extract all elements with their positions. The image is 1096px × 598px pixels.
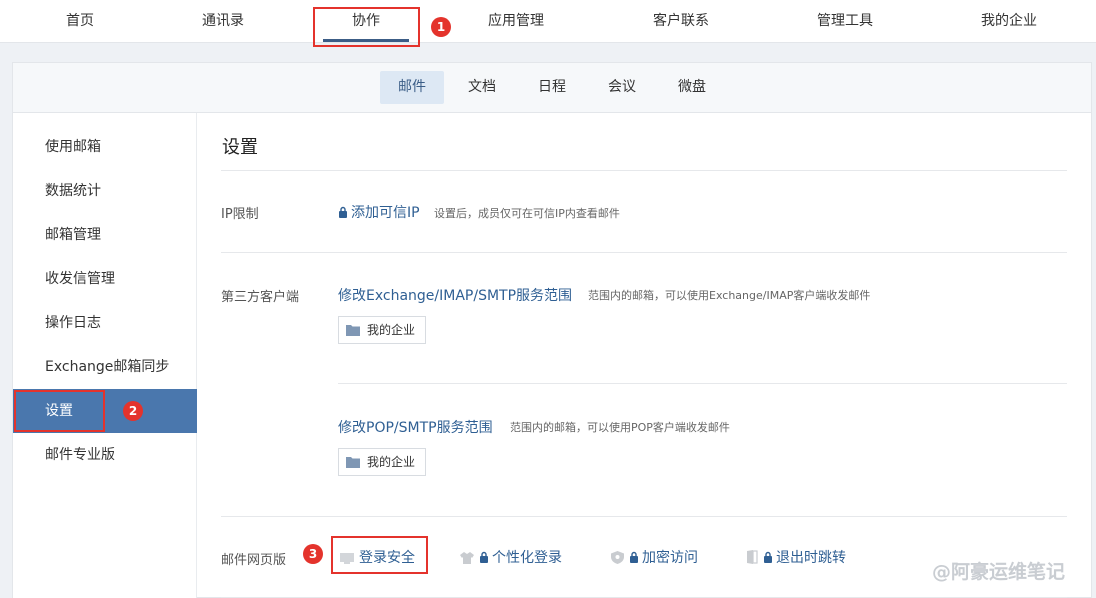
edit-pop-scope-link[interactable]: 修改POP/SMTP服务范围 [338, 417, 493, 437]
ip-hint: 设置后，成员仅可在可信IP内查看邮件 [434, 207, 620, 220]
exchange-hint: 范围内的邮箱，可以使用Exchange/IMAP客户端收发邮件 [588, 289, 871, 302]
pop-scope-label: 我的企业 [367, 455, 416, 469]
ip-restriction-label: IP限制 [221, 207, 259, 222]
step-badge-3: 3 [303, 544, 323, 564]
page-title: 设置 [222, 137, 258, 158]
folder-icon [346, 325, 360, 336]
sidebar-item-pro-edition[interactable]: 邮件专业版 [13, 433, 197, 477]
door-icon [747, 550, 758, 564]
exchange-scope-department[interactable]: 我的企业 [338, 316, 426, 344]
topnav-app-management[interactable]: 应用管理 [488, 0, 544, 43]
topnav-management-tools[interactable]: 管理工具 [817, 0, 873, 43]
add-trusted-ip-link[interactable]: 添加可信IP [338, 202, 420, 222]
folder-icon [346, 457, 360, 468]
tab-drive[interactable]: 微盘 [662, 71, 722, 104]
logout-redirect-label: 退出时跳转 [776, 550, 846, 566]
topnav-customer-contact[interactable]: 客户联系 [653, 0, 709, 43]
webmail-label: 邮件网页版 [221, 553, 287, 568]
sidebar-item-statistics[interactable]: 数据统计 [13, 169, 197, 213]
topnav-home[interactable]: 首页 [66, 0, 94, 43]
topnav-contacts[interactable]: 通讯录 [202, 0, 244, 43]
top-navigation: 首页 通讯录 协作 应用管理 客户联系 管理工具 我的企业 [0, 0, 1096, 43]
sidebar-item-mailbox-management[interactable]: 邮箱管理 [13, 213, 197, 257]
exchange-scope-label: 我的企业 [367, 323, 416, 337]
watermark: @阿豪运维笔记 [932, 561, 1066, 583]
lock-icon [764, 551, 772, 563]
logout-redirect-option[interactable]: 退出时跳转 [746, 547, 846, 567]
highlight-box-login-security [331, 536, 428, 574]
step-badge-2: 2 [123, 401, 143, 421]
tab-docs[interactable]: 文档 [452, 71, 512, 104]
divider [338, 383, 1067, 384]
sidebar: 使用邮箱 数据统计 邮箱管理 收发信管理 操作日志 Exchange邮箱同步 设… [13, 113, 197, 598]
lock-icon [480, 551, 488, 563]
custom-login-label: 个性化登录 [492, 550, 562, 566]
step-badge-1: 1 [431, 17, 451, 37]
custom-login-option[interactable]: 个性化登录 [460, 547, 562, 567]
sidebar-item-use-mailbox[interactable]: 使用邮箱 [13, 125, 197, 169]
edit-exchange-scope-link[interactable]: 修改Exchange/IMAP/SMTP服务范围 [338, 285, 572, 305]
shirt-icon [460, 552, 474, 564]
sidebar-item-exchange-sync[interactable]: Exchange邮箱同步 [13, 345, 197, 389]
lock-icon [339, 206, 347, 218]
tab-calendar[interactable]: 日程 [522, 71, 582, 104]
divider [221, 516, 1067, 517]
tab-meeting[interactable]: 会议 [592, 71, 652, 104]
highlight-box-collaboration [313, 7, 420, 47]
pop-scope-department[interactable]: 我的企业 [338, 448, 426, 476]
main-panel: 邮件 文档 日程 会议 微盘 使用邮箱 数据统计 邮箱管理 收发信管理 操作日志… [12, 62, 1092, 598]
encrypted-access-label: 加密访问 [642, 550, 698, 566]
divider [221, 252, 1067, 253]
lock-icon [630, 551, 638, 563]
topnav-my-enterprise[interactable]: 我的企业 [981, 0, 1037, 43]
settings-content: 设置 IP限制 添加可信IP 设置后，成员仅可在可信IP内查看邮件 第三方客户端… [197, 113, 1091, 598]
divider [221, 170, 1067, 171]
encrypted-access-option[interactable]: 加密访问 [611, 547, 698, 567]
sub-navigation: 邮件 文档 日程 会议 微盘 [13, 63, 1091, 113]
add-trusted-ip-label: 添加可信IP [351, 205, 420, 221]
shield-icon [611, 551, 624, 564]
sidebar-item-operation-log[interactable]: 操作日志 [13, 301, 197, 345]
tab-mail[interactable]: 邮件 [380, 71, 444, 104]
highlight-box-settings [14, 390, 105, 432]
pop-hint: 范围内的邮箱，可以使用POP客户端收发邮件 [510, 421, 730, 434]
third-party-client-label: 第三方客户端 [221, 290, 300, 305]
sidebar-item-send-receive[interactable]: 收发信管理 [13, 257, 197, 301]
